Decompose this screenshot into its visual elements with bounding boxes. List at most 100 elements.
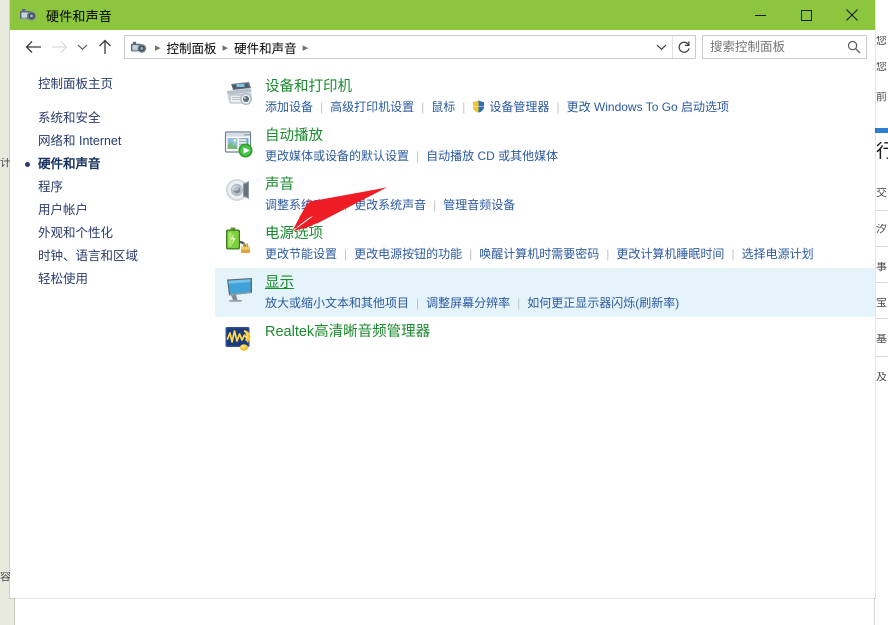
address-chevron-down-icon[interactable] bbox=[650, 36, 672, 58]
sidebar-current-bullet-icon bbox=[25, 162, 30, 167]
close-button[interactable] bbox=[829, 0, 875, 30]
window-controls bbox=[737, 0, 875, 30]
link-require-password-on-wakeup[interactable]: 唤醒计算机时需要密码 bbox=[479, 246, 599, 262]
category-links: 调整系统音量 | 更改系统声音 | 管理音频设备 bbox=[265, 197, 515, 213]
link-change-power-saving-settings[interactable]: 更改节能设置 bbox=[265, 246, 337, 262]
search-icon[interactable] bbox=[842, 36, 866, 58]
background-rule-4 bbox=[876, 318, 888, 319]
background-accent-bar bbox=[874, 128, 888, 133]
hardware-sound-icon bbox=[19, 6, 37, 24]
sidebar-item-label: 时钟、语言和区域 bbox=[38, 249, 138, 263]
content-area: 设备和打印机 添加设备 | 高级打印机设置 | 鼠标 | 设备管理器 | 更改 … bbox=[215, 64, 875, 598]
sidebar-item-label: 用户帐户 bbox=[38, 203, 88, 217]
link-separator: | bbox=[510, 295, 527, 311]
link-device-manager[interactable]: 设备管理器 bbox=[472, 99, 549, 115]
link-manage-audio-devices[interactable]: 管理音频设备 bbox=[443, 197, 515, 213]
link-separator: | bbox=[313, 99, 330, 115]
category-title-devices-and-printers[interactable]: 设备和打印机 bbox=[265, 78, 352, 96]
sidebar-item-network-and-internet[interactable]: 网络和 Internet bbox=[10, 130, 215, 153]
link-separator: | bbox=[409, 148, 426, 164]
link-play-cd-or-other-media[interactable]: 自动播放 CD 或其他媒体 bbox=[426, 148, 558, 164]
background-right-glyph-9: 基 bbox=[876, 334, 887, 345]
breadcrumb-hardware-and-sound[interactable]: 硬件和声音 bbox=[232, 38, 299, 57]
link-add-device[interactable]: 添加设备 bbox=[265, 99, 313, 115]
window-titlebar[interactable]: 硬件和声音 bbox=[10, 0, 875, 30]
category-power-options: 电源选项 更改节能设置 | 更改电源按钮的功能 | 唤醒计算机时需要密码 | 更… bbox=[215, 219, 875, 268]
address-bar[interactable]: ▸ 控制面板 ▸ 硬件和声音 ▸ bbox=[124, 35, 696, 59]
search-box[interactable] bbox=[702, 35, 867, 59]
sidebar-item-control-panel-home[interactable]: 控制面板主页 bbox=[10, 73, 215, 96]
sidebar-item-ease-of-access[interactable]: 轻松使用 bbox=[10, 268, 215, 291]
link-adjust-system-volume[interactable]: 调整系统音量 bbox=[265, 197, 337, 213]
devices-printers-icon bbox=[223, 78, 255, 110]
background-right-glyph-4: 行 bbox=[876, 142, 888, 161]
maximize-button[interactable] bbox=[783, 0, 829, 30]
category-title-realtek-audio-manager[interactable]: Realtek高清晰音频管理器 bbox=[265, 323, 430, 341]
background-right-glyph-3: 前 bbox=[876, 92, 887, 103]
category-text: 设备和打印机 添加设备 | 高级打印机设置 | 鼠标 | 设备管理器 | 更改 … bbox=[265, 77, 729, 115]
category-title-autoplay[interactable]: 自动播放 bbox=[265, 127, 323, 145]
link-adjust-screen-resolution[interactable]: 调整屏幕分辨率 bbox=[426, 295, 510, 311]
category-links: 放大或缩小文本和其他项目 | 调整屏幕分辨率 | 如何更正显示器闪烁(刷新率) bbox=[265, 295, 679, 311]
search-input[interactable] bbox=[703, 40, 842, 54]
autoplay-icon bbox=[223, 127, 255, 159]
background-rule-5 bbox=[876, 356, 888, 357]
link-change-power-button-behavior[interactable]: 更改电源按钮的功能 bbox=[354, 246, 462, 262]
sidebar-item-label: 控制面板主页 bbox=[38, 77, 113, 91]
breadcrumb-separator-2[interactable]: ▸ bbox=[299, 41, 313, 54]
link-separator: | bbox=[462, 246, 479, 262]
recent-locations-chevron-down-icon[interactable] bbox=[72, 34, 92, 60]
link-label: 设备管理器 bbox=[489, 100, 549, 114]
link-separator: | bbox=[549, 99, 566, 115]
sidebar-item-label: 轻松使用 bbox=[38, 272, 88, 286]
background-rule-3 bbox=[876, 282, 888, 283]
link-separator: | bbox=[426, 197, 443, 213]
category-title-power-options[interactable]: 电源选项 bbox=[265, 225, 323, 243]
link-mouse[interactable]: 鼠标 bbox=[431, 99, 455, 115]
category-sound: 声音 调整系统音量 | 更改系统声音 | 管理音频设备 bbox=[215, 170, 875, 219]
link-advanced-printer-setup[interactable]: 高级打印机设置 bbox=[330, 99, 414, 115]
link-change-sleep-time[interactable]: 更改计算机睡眠时间 bbox=[616, 246, 724, 262]
background-right-glyph-5: 交 bbox=[876, 188, 887, 199]
sidebar-item-appearance-and-personalization[interactable]: 外观和个性化 bbox=[10, 222, 215, 245]
category-title-sound[interactable]: 声音 bbox=[265, 176, 294, 194]
breadcrumb-separator-1[interactable]: ▸ bbox=[219, 41, 233, 54]
link-windows-to-go-startup-options[interactable]: 更改 Windows To Go 启动选项 bbox=[567, 99, 729, 115]
sidebar: 控制面板主页 系统和安全 网络和 Internet 硬件和声音 程序 用户帐户 bbox=[10, 64, 215, 598]
sidebar-item-label: 硬件和声音 bbox=[38, 157, 101, 171]
background-right-glyph-1: 您 bbox=[876, 36, 887, 47]
background-right-glyph-2: 您 bbox=[876, 62, 887, 73]
minimize-button[interactable] bbox=[737, 0, 783, 30]
refresh-icon[interactable] bbox=[673, 36, 695, 58]
forward-button[interactable] bbox=[46, 34, 72, 60]
background-right-glyph-8: 宝 bbox=[876, 298, 887, 309]
address-hardware-sound-icon bbox=[130, 39, 147, 56]
sidebar-item-system-and-security[interactable]: 系统和安全 bbox=[10, 107, 215, 130]
link-choose-power-plan[interactable]: 选择电源计划 bbox=[742, 246, 814, 262]
category-realtek-audio-manager: Realtek高清晰音频管理器 bbox=[215, 317, 875, 361]
back-button[interactable] bbox=[20, 34, 46, 60]
link-change-default-media-device-settings[interactable]: 更改媒体或设备的默认设置 bbox=[265, 148, 409, 164]
sidebar-item-hardware-and-sound[interactable]: 硬件和声音 bbox=[10, 153, 215, 176]
background-rule-2 bbox=[876, 246, 888, 247]
realtek-audio-icon bbox=[223, 323, 255, 355]
category-text: 电源选项 更改节能设置 | 更改电源按钮的功能 | 唤醒计算机时需要密码 | 更… bbox=[265, 224, 814, 262]
category-text: 显示 放大或缩小文本和其他项目 | 调整屏幕分辨率 | 如何更正显示器闪烁(刷新… bbox=[265, 273, 679, 311]
breadcrumb-control-panel[interactable]: 控制面板 bbox=[165, 38, 219, 57]
category-links: 更改媒体或设备的默认设置 | 自动播放 CD 或其他媒体 bbox=[265, 148, 558, 164]
link-separator: | bbox=[337, 246, 354, 262]
sidebar-item-user-accounts[interactable]: 用户帐户 bbox=[10, 199, 215, 222]
category-display: 显示 放大或缩小文本和其他项目 | 调整屏幕分辨率 | 如何更正显示器闪烁(刷新… bbox=[215, 268, 875, 317]
sidebar-item-programs[interactable]: 程序 bbox=[10, 176, 215, 199]
up-button[interactable] bbox=[92, 34, 118, 60]
category-text: Realtek高清晰音频管理器 bbox=[265, 322, 430, 341]
category-title-display[interactable]: 显示 bbox=[265, 274, 294, 292]
category-devices-and-printers: 设备和打印机 添加设备 | 高级打印机设置 | 鼠标 | 设备管理器 | 更改 … bbox=[215, 72, 875, 121]
sidebar-item-clock-language-region[interactable]: 时钟、语言和区域 bbox=[10, 245, 215, 268]
uac-shield-icon bbox=[472, 100, 485, 113]
category-autoplay: 自动播放 更改媒体或设备的默认设置 | 自动播放 CD 或其他媒体 bbox=[215, 121, 875, 170]
link-make-text-larger-or-smaller[interactable]: 放大或缩小文本和其他项目 bbox=[265, 295, 409, 311]
link-fix-display-flicker-refresh-rate[interactable]: 如何更正显示器闪烁(刷新率) bbox=[527, 295, 679, 311]
link-change-system-sounds[interactable]: 更改系统声音 bbox=[354, 197, 426, 213]
link-separator: | bbox=[455, 99, 472, 115]
